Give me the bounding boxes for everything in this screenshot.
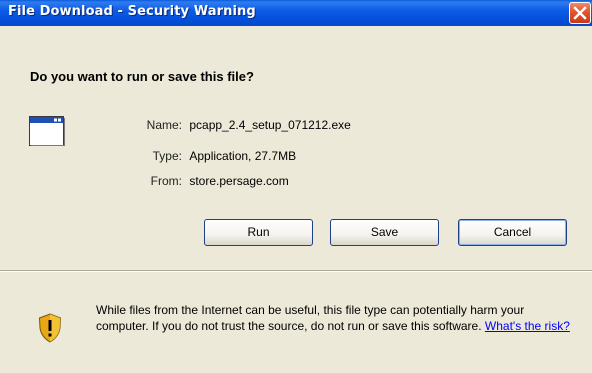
file-name-value: pcapp_2.4_setup_071212.exe — [189, 118, 351, 132]
file-name-row: Name: pcapp_2.4_setup_071212.exe — [110, 118, 351, 132]
dialog-prompt: Do you want to run or save this file? — [30, 69, 254, 84]
close-icon — [573, 6, 587, 20]
security-warning-dialog: File Download - Security Warning Do you … — [0, 0, 592, 373]
close-button[interactable] — [569, 2, 591, 24]
file-type-row: Type: Application, 27.7MB — [110, 149, 296, 163]
whats-the-risk-link[interactable]: What's the risk? — [485, 319, 570, 333]
application-window-icon — [29, 116, 65, 148]
title-bar[interactable]: File Download - Security Warning — [0, 0, 592, 26]
file-source-row: From: store.persage.com — [110, 174, 289, 188]
warning-text: While files from the Internet can be use… — [96, 303, 525, 333]
from-label: From: — [150, 174, 182, 188]
security-warning-message: While files from the Internet can be use… — [96, 302, 576, 334]
cancel-button[interactable]: Cancel — [458, 219, 567, 246]
type-label: Type: — [152, 149, 182, 163]
security-shield-icon — [38, 313, 62, 343]
name-label: Name: — [146, 118, 182, 132]
file-type-value: Application, 27.7MB — [189, 149, 297, 163]
run-button[interactable]: Run — [204, 219, 313, 246]
section-divider — [0, 270, 592, 272]
file-source-value: store.persage.com — [189, 174, 289, 188]
save-button[interactable]: Save — [330, 219, 439, 246]
window-title: File Download - Security Warning — [8, 4, 256, 19]
